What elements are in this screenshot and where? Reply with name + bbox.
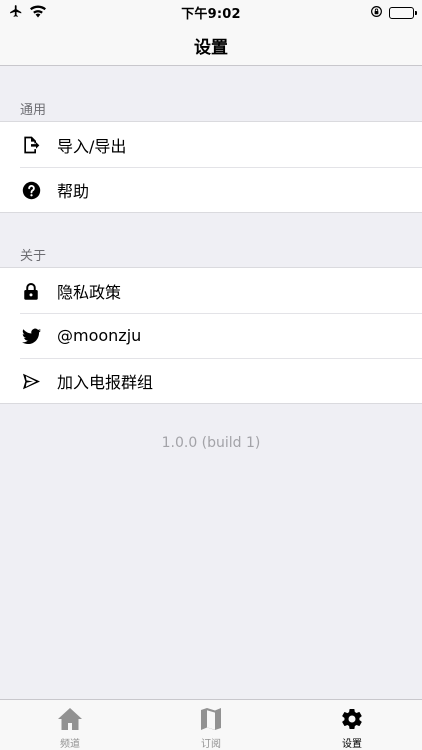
section-header-about: 关于 xyxy=(20,249,47,264)
import-export-row[interactable]: 导入/导出 xyxy=(0,122,422,167)
page-title: 设置 xyxy=(194,38,228,58)
settings-screen: 下午9:02 设置 通用 导入/导出 帮助 关于 隐私政策 @moonzju 加… xyxy=(0,0,422,750)
app-version: 1.0.0 (build 1) xyxy=(161,435,261,451)
navigation-bar: 设置 xyxy=(0,22,422,66)
twitter-label: @moonzju xyxy=(57,326,142,345)
telegram-icon xyxy=(21,371,41,391)
twitter-row[interactable]: @moonzju xyxy=(0,313,422,358)
status-right xyxy=(370,3,417,22)
status-bar: 下午9:02 xyxy=(0,0,422,22)
section-header-general: 通用 xyxy=(20,103,47,118)
tab-label-subscriptions: 订阅 xyxy=(201,739,221,750)
help-icon xyxy=(21,180,41,200)
tab-settings[interactable]: 设置 xyxy=(282,700,422,750)
help-row[interactable]: 帮助 xyxy=(0,167,422,212)
battery-icon xyxy=(389,6,417,19)
tab-channels[interactable]: 频道 xyxy=(0,700,140,750)
home-icon xyxy=(57,707,83,731)
orientation-lock-icon xyxy=(370,3,383,22)
settings-group-general: 导入/导出 帮助 xyxy=(0,121,422,213)
telegram-row[interactable]: 加入电报群组 xyxy=(0,358,422,403)
tab-label-settings: 设置 xyxy=(342,739,362,750)
twitter-icon xyxy=(21,326,41,346)
map-icon xyxy=(198,707,224,731)
privacy-policy-label: 隐私政策 xyxy=(57,282,122,302)
import-export-icon xyxy=(21,135,41,155)
settings-group-about: 隐私政策 @moonzju 加入电报群组 xyxy=(0,267,422,404)
privacy-policy-row[interactable]: 隐私政策 xyxy=(0,268,422,313)
status-time: 下午9:02 xyxy=(181,7,241,22)
tab-subscriptions[interactable]: 订阅 xyxy=(141,700,281,750)
help-label: 帮助 xyxy=(57,181,90,201)
gear-icon xyxy=(339,707,365,731)
import-export-label: 导入/导出 xyxy=(57,136,127,156)
tab-bar: 频道 订阅 设置 xyxy=(0,699,422,750)
tab-label-channels: 频道 xyxy=(60,739,80,750)
lock-icon xyxy=(21,281,41,301)
telegram-label: 加入电报群组 xyxy=(57,372,154,392)
